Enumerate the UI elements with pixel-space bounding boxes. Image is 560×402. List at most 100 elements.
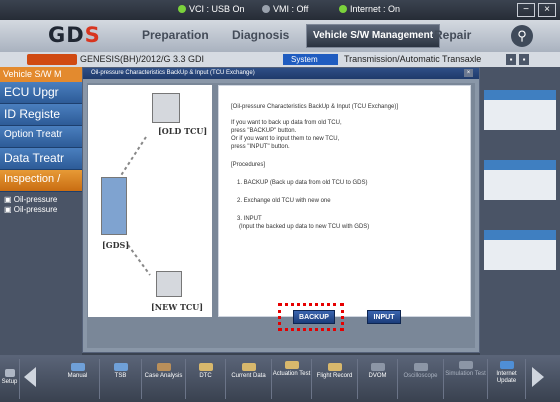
oscilloscope-button[interactable]: Oscilloscope <box>398 359 444 399</box>
flight-record-label: Flight Record <box>316 373 353 379</box>
dvom-label: DVOM <box>368 373 387 379</box>
vehicle-model: GENESIS(BH)/2012/G 3.3 GDI <box>80 54 205 64</box>
manual-button[interactable]: Manual <box>56 359 100 399</box>
instructions-heading: [Oil-pressure Characteristics BackUp & I… <box>231 104 399 110</box>
sidebar-item-option-treatment[interactable]: Option Treatr <box>0 126 82 148</box>
sidebar-item-data-treatment[interactable]: Data Treatr <box>0 148 82 170</box>
internet-update-button[interactable]: Internet Update <box>488 359 526 399</box>
dialog-close-icon[interactable]: × <box>464 69 473 77</box>
procedures-heading: [Procedures] <box>231 162 266 168</box>
tcu-illustration: [OLD TCU] [GDS] [NEW TCU] <box>88 85 212 317</box>
procedure-step-detail: (Input the backed up data to new TCU wit… <box>239 224 370 230</box>
sidebar-subitem-label: Oil-pressure <box>13 205 58 214</box>
minimize-icon[interactable]: − <box>517 3 535 17</box>
instructions-panel: [Oil-pressure Characteristics BackUp & I… <box>218 85 471 317</box>
new-tcu-image <box>156 271 182 297</box>
setup-button[interactable]: Setup <box>0 359 20 399</box>
internet-status-icon <box>339 5 347 13</box>
internet-update-icon <box>499 361 514 369</box>
scroll-right-icon[interactable] <box>532 367 544 387</box>
case-analysis-icon <box>156 363 171 371</box>
vmi-status-text: VMI : Off <box>273 4 309 14</box>
tab-preparation[interactable]: Preparation <box>142 28 209 42</box>
logo-accent: S <box>84 23 101 47</box>
setup-label: Setup <box>1 379 18 385</box>
actuation-test-icon <box>284 361 299 369</box>
manual-label: Manual <box>67 373 88 379</box>
flight-record-button[interactable]: Flight Record <box>312 359 358 399</box>
gds-label: [GDS] <box>102 240 130 250</box>
wrench-icon <box>4 369 15 377</box>
vci-status-icon <box>178 5 186 13</box>
oscilloscope-label: Oscilloscope <box>403 373 438 379</box>
sidebar-item-inspection[interactable]: Inspection / <box>0 170 82 192</box>
manual-icon <box>70 363 85 371</box>
sidebar-header: Vehicle S/W M <box>0 67 82 82</box>
tab-repair[interactable]: Repair <box>434 28 471 42</box>
system-value: Transmission/Automatic Transaxle <box>344 54 482 64</box>
tsb-icon <box>113 363 128 371</box>
simulation-test-button[interactable]: Simulation Test <box>444 359 488 399</box>
dvom-icon <box>370 363 385 371</box>
procedure-step: 2. Exchange old TCU with new one <box>237 198 331 204</box>
scroll-left-icon[interactable] <box>24 367 36 387</box>
vmi-status-icon <box>262 5 270 13</box>
instruction-line: press "INPUT" button. <box>231 144 290 150</box>
right-card <box>484 90 556 130</box>
internet-status: Internet : On <box>339 4 400 14</box>
vci-status: VCI : USB On <box>178 4 245 14</box>
search-icon[interactable]: ⚲ <box>511 25 533 47</box>
sidebar-subitem[interactable]: ▣ Oil-pressure <box>4 205 57 214</box>
current-data-button[interactable]: Current Data <box>226 359 272 399</box>
instruction-line: press "BACKUP" button. <box>231 128 297 134</box>
dtc-icon <box>198 363 213 371</box>
instruction-line: Or if you want to input them to new TCU, <box>231 136 340 142</box>
input-button[interactable]: INPUT <box>367 310 401 324</box>
internet-status-text: Internet : On <box>350 4 401 14</box>
new-tcu-label: [NEW TCU] <box>151 302 204 312</box>
system-button[interactable]: System <box>283 54 338 65</box>
dialog-title-text: Oil-pressure Characteristics BackUp & In… <box>91 70 255 76</box>
vehicle-info-icon[interactable]: ▪ <box>506 54 516 65</box>
simulation-test-label: Simulation Test <box>445 371 486 377</box>
vci-status-text: VCI : USB On <box>189 4 245 14</box>
actuation-test-button[interactable]: Actuation Test <box>272 359 312 399</box>
tab-diagnosis[interactable]: Diagnosis <box>232 28 289 42</box>
actuation-test-label: Actuation Test <box>272 371 311 377</box>
right-card <box>484 230 556 270</box>
right-card <box>484 160 556 200</box>
main-nav: GDS Preparation Diagnosis Vehicle S/W Ma… <box>0 20 560 52</box>
bottom-toolbar: Setup Manual TSB Case Analysis DTC Curre… <box>0 355 560 402</box>
case-analysis-button[interactable]: Case Analysis <box>142 359 186 399</box>
gds-device-image <box>101 177 127 235</box>
dialog-title: Oil-pressure Characteristics BackUp & In… <box>83 68 479 79</box>
sidebar-subitem-label: Oil-pressure <box>13 195 58 204</box>
procedure-step: 1. BACKUP (Back up data from old TCU to … <box>237 180 368 186</box>
internet-update-label: Internet Update <box>496 371 517 384</box>
case-analysis-label: Case Analysis <box>144 373 183 379</box>
procedure-step: 3. INPUT <box>237 216 262 222</box>
instruction-line: If you want to back up data from old TCU… <box>231 120 342 126</box>
dvom-button[interactable]: DVOM <box>358 359 398 399</box>
oscilloscope-icon <box>413 363 428 371</box>
simulation-test-icon <box>458 361 473 369</box>
tab-vehicle-sw-management[interactable]: Vehicle S/W Management <box>306 24 441 48</box>
sidebar-item-id-register[interactable]: ID Registe <box>0 104 82 126</box>
sidebar-item-ecu-upgrade[interactable]: ECU Upgr <box>0 82 82 104</box>
vehicle-bar: GENESIS(BH)/2012/G 3.3 GDI System Transm… <box>0 52 560 67</box>
tsb-button[interactable]: TSB <box>100 359 142 399</box>
current-data-label: Current Data <box>231 373 266 379</box>
close-window-icon[interactable]: × <box>538 3 556 17</box>
dtc-button[interactable]: DTC <box>186 359 226 399</box>
status-bar: VCI : USB On VMI : Off Internet : On − × <box>0 0 560 20</box>
sidebar-subitem[interactable]: ▣ Oil-pressure <box>4 195 57 204</box>
gds-logo: GDS <box>48 23 101 47</box>
flight-record-icon <box>327 363 342 371</box>
dtc-label: DTC <box>199 373 212 379</box>
vehicle-edit-icon[interactable]: ▪ <box>519 54 529 65</box>
tsb-label: TSB <box>114 373 127 379</box>
logo-main: GD <box>48 23 85 47</box>
current-data-icon <box>241 363 256 371</box>
vehicle-badge[interactable] <box>27 54 77 65</box>
gds-app-window: VCI : USB On VMI : Off Internet : On − ×… <box>0 0 560 402</box>
